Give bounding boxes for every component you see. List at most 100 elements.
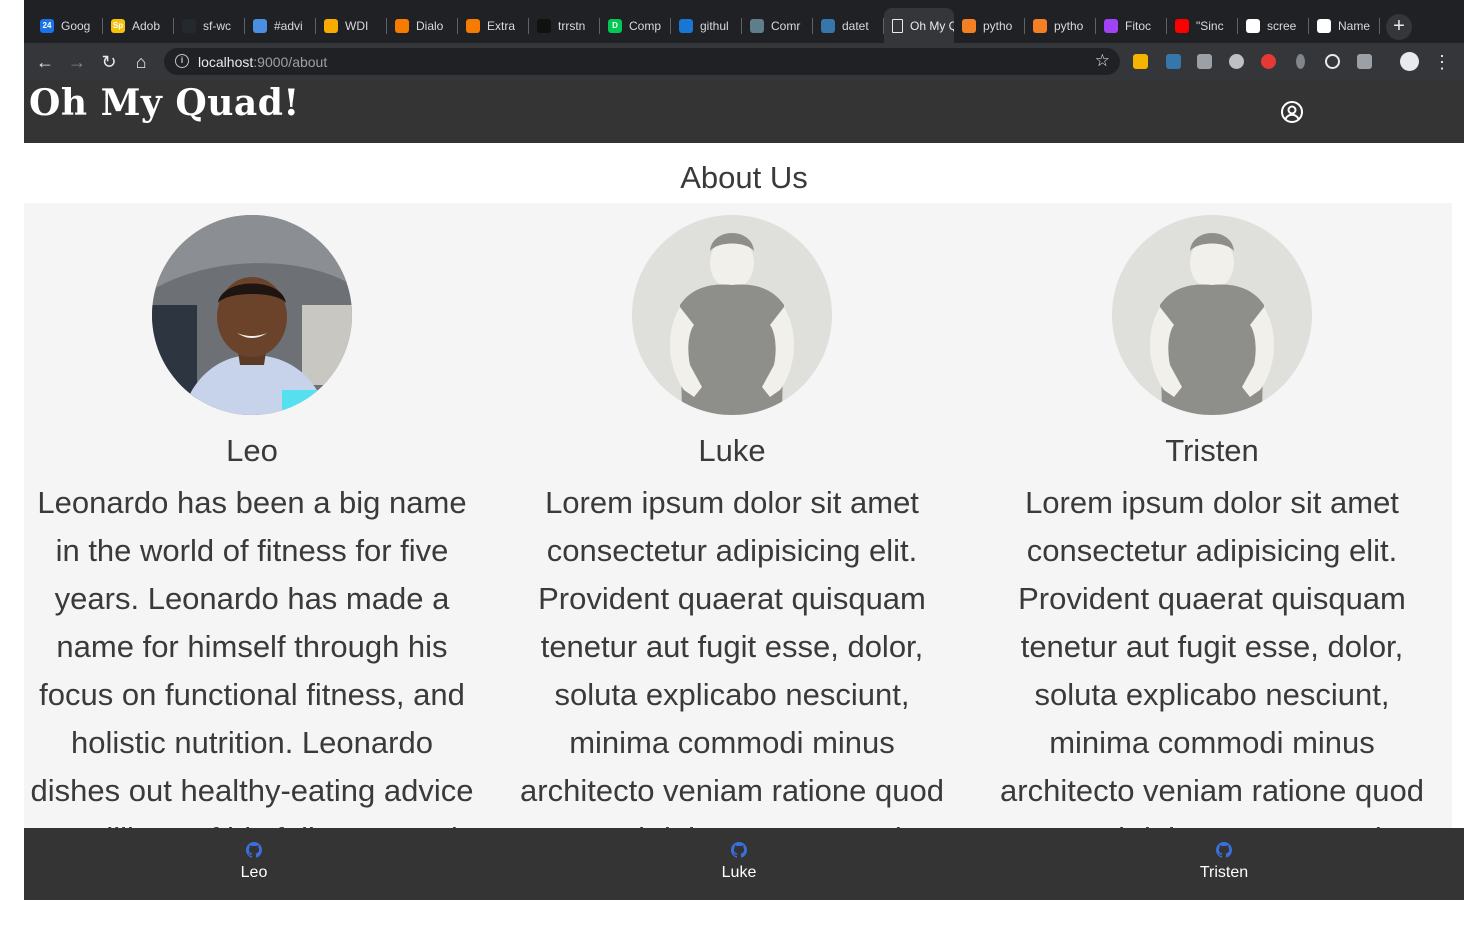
footer: Leo Luke Tristen: [24, 828, 1464, 900]
browser-tab[interactable]: githul: [671, 10, 742, 41]
browser-tab[interactable]: Comr: [742, 10, 813, 41]
browser-tab-label: githul: [700, 18, 729, 33]
member-bio: Leonardo has been a big name in the worl…: [30, 485, 474, 828]
browser-tab[interactable]: sf-wc: [174, 10, 245, 41]
browser-tab[interactable]: pytho: [954, 10, 1025, 41]
extension-k-icon[interactable]: [1197, 54, 1212, 69]
member-placeholder-avatar: [1112, 215, 1312, 415]
new-tab-button[interactable]: +: [1386, 14, 1412, 40]
d-icon: D: [608, 18, 622, 33]
slack-icon: [253, 18, 267, 33]
google-icon: [1317, 18, 1331, 33]
team-section: Leo Leonardo has been a big name in the …: [24, 203, 1452, 828]
fitoc-icon: [1104, 18, 1118, 33]
browser-tab[interactable]: WDI: [316, 10, 387, 41]
browser-tab-label: #advi: [274, 18, 303, 33]
member-name: Tristen: [1165, 433, 1259, 468]
site-info-icon[interactable]: i: [175, 54, 189, 68]
browser-tab-label: scree: [1267, 18, 1297, 33]
browser-tab[interactable]: scree: [1238, 10, 1309, 41]
home-icon[interactable]: ⌂: [129, 50, 153, 74]
browser-tab-label: sf-wc: [203, 18, 231, 33]
github-icon: [182, 18, 196, 33]
tab-separator: [1379, 18, 1380, 34]
youtube-icon: [1175, 18, 1189, 33]
member-placeholder-avatar: [632, 215, 832, 415]
back-icon[interactable]: ←: [33, 50, 57, 74]
github-icon: [246, 842, 262, 858]
stackoverflow-icon: [962, 18, 976, 33]
browser-tab-label: Comp: [629, 18, 662, 33]
browser-tab[interactable]: Extra: [458, 10, 529, 41]
stackoverflow-icon: [1033, 18, 1047, 33]
browser-tab-label: Goog: [61, 18, 91, 33]
browser-tab-label: Comr: [771, 18, 801, 33]
member-bio: Lorem ipsum dolor sit amet consectetur a…: [519, 485, 945, 828]
extension-shield-icon[interactable]: [1229, 54, 1244, 69]
extension-bug-icon[interactable]: [1296, 54, 1305, 69]
page-icon: [892, 18, 903, 33]
footer-link-label: Leo: [240, 864, 268, 881]
flag-icon: [679, 18, 693, 33]
extension-python-icon[interactable]: [1166, 54, 1181, 69]
browser-tab-label: trrstn: [558, 18, 586, 33]
browser-menu-icon[interactable]: ⋮: [1430, 50, 1454, 74]
browser-tab[interactable]: datet: [813, 10, 884, 41]
extension-notes-icon[interactable]: [1133, 54, 1148, 69]
profile-avatar-icon[interactable]: [1400, 52, 1419, 71]
extension-react-icon[interactable]: [1325, 54, 1340, 69]
slides-icon: [324, 18, 338, 33]
bookmark-star-icon[interactable]: ☆: [1095, 51, 1110, 71]
adobe-spark-icon: Sp: [111, 18, 125, 33]
member-card-tristen: Tristen Lorem ipsum dolor sit amet conse…: [984, 203, 1452, 828]
reload-icon[interactable]: ↻: [97, 50, 121, 74]
app-header: Oh My Quad!: [24, 80, 1464, 143]
footer-link-label: Tristen: [1199, 864, 1249, 881]
url-text: localhost:9000/about: [198, 54, 328, 70]
browser-tab[interactable]: Sp Adob: [103, 10, 174, 41]
github-icon: [1216, 842, 1232, 858]
member-bio: Lorem ipsum dolor sit amet consectetur a…: [999, 485, 1425, 828]
browser-tab[interactable]: pytho: [1025, 10, 1096, 41]
footer-link-luke[interactable]: Luke: [669, 842, 809, 882]
browser-tab[interactable]: #advi: [245, 10, 316, 41]
member-name: Leo: [226, 433, 278, 468]
browser-tab[interactable]: "Sinc: [1167, 10, 1238, 41]
browser-tab[interactable]: Name: [1309, 10, 1380, 41]
browser-tab-label: datet: [842, 18, 869, 33]
footer-link-tristen[interactable]: Tristen: [1154, 842, 1294, 882]
hex-icon: [466, 18, 480, 33]
brand-logo[interactable]: Oh My Quad!: [29, 82, 300, 124]
page-title: About Us: [680, 160, 808, 195]
browser-tab-label: Fitoc: [1125, 18, 1152, 33]
dark-icon: [537, 18, 551, 33]
browser-tab[interactable]: Fitoc: [1096, 10, 1167, 41]
hex-icon: [395, 18, 409, 33]
browser-tab[interactable]: Dialo: [387, 10, 458, 41]
browser-tab[interactable]: 24 Goog: [32, 10, 103, 41]
browser-toolbar: ← → ↻ ⌂ i localhost:9000/about ☆ ⋮: [24, 43, 1464, 80]
member-card-luke: Luke Lorem ipsum dolor sit amet consecte…: [504, 203, 980, 828]
address-bar[interactable]: i localhost:9000/about ☆: [164, 48, 1120, 75]
browser-tab-label: WDI: [345, 18, 369, 33]
github-icon: [731, 842, 747, 858]
browser-tab[interactable]: D Comp: [600, 10, 671, 41]
extension-adblock-icon[interactable]: [1261, 54, 1276, 69]
browser-tab-label: pytho: [1054, 18, 1084, 33]
calendar-icon: 24: [40, 18, 54, 33]
browser-tab[interactable]: Oh My Quad!×: [884, 8, 954, 43]
browser-tab-label: Adob: [132, 18, 161, 33]
member-name: Luke: [698, 433, 766, 468]
forward-icon[interactable]: →: [65, 50, 89, 74]
user-circle-icon[interactable]: [1280, 100, 1304, 124]
browser-tab-label: "Sinc: [1196, 18, 1224, 33]
footer-link-label: Luke: [721, 864, 757, 881]
browser-tab[interactable]: trrstn: [529, 10, 600, 41]
extension-zero-icon[interactable]: [1357, 54, 1372, 69]
footer-link-leo[interactable]: Leo: [184, 842, 324, 882]
member-photo: [152, 215, 352, 415]
python-icon: [821, 18, 835, 33]
browser-tab-label: Extra: [487, 18, 516, 33]
grid-icon: [750, 18, 764, 33]
google-icon: [1246, 18, 1260, 33]
